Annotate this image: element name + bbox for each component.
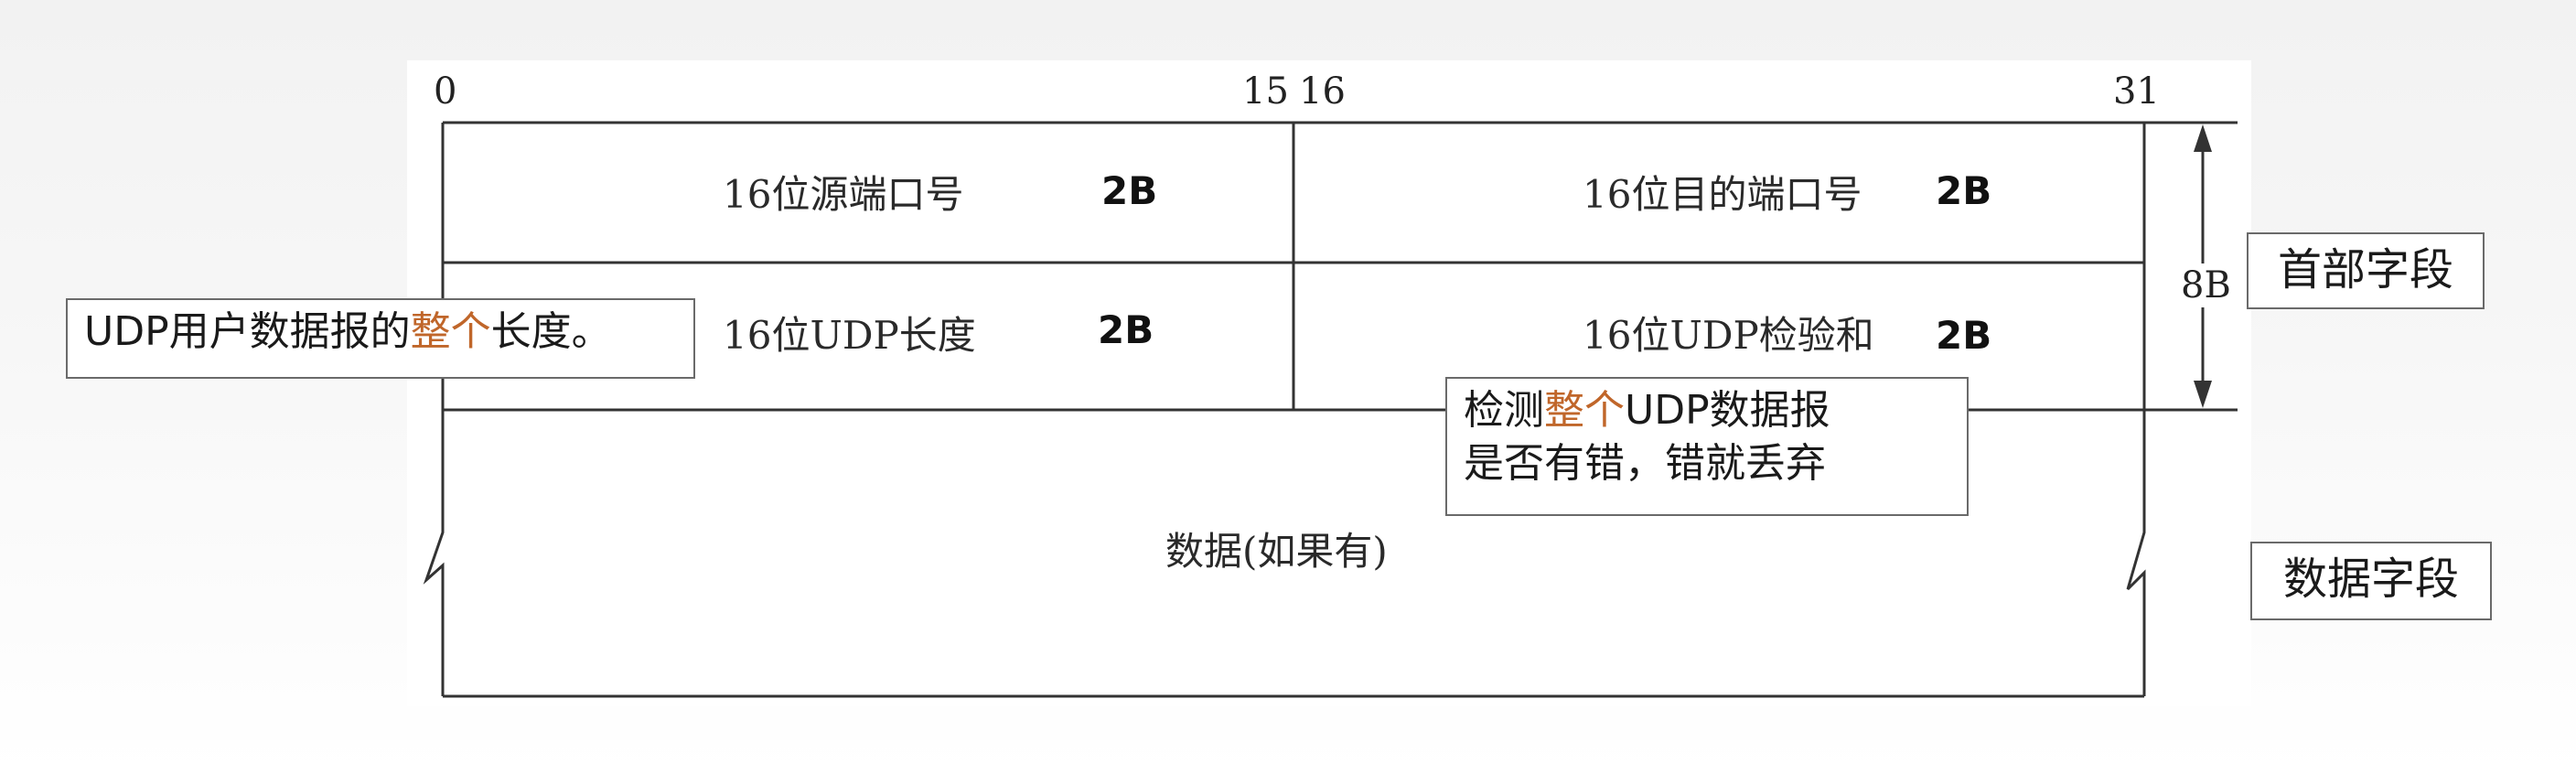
length-label: 16位UDP长度 [723, 313, 976, 358]
checksum-note-line1: 检测整个UDP数据报 [1464, 384, 1950, 437]
bit-label-0: 0 [434, 70, 457, 113]
arrow-head-down [2194, 381, 2212, 408]
checksum-note: 检测整个UDP数据报 是否有错，错就丢弃 [1445, 377, 1969, 516]
header-size-label: 8B [2181, 263, 2231, 307]
header-section-tag-text: 首部字段 [2277, 244, 2453, 296]
length-size: 2B [1098, 307, 1154, 352]
src-port-size: 2B [1101, 168, 1158, 213]
bit-label-31: 31 [2113, 70, 2160, 113]
checksum-note-post: UDP数据报 [1625, 387, 1830, 434]
arrow-head-up [2194, 124, 2212, 152]
data-section-tag-text: 数据字段 [2282, 554, 2459, 605]
data-section-tag: 数据字段 [2250, 542, 2492, 620]
checksum-label: 16位UDP检验和 [1583, 313, 1874, 358]
bit-label-15: 15 [1242, 70, 1289, 113]
checksum-note-line2: 是否有错，错就丢弃 [1464, 440, 1826, 487]
checksum-size: 2B [1936, 313, 1992, 358]
udp-header-diagram-lines [423, 121, 2238, 698]
length-note-highlight: 整个 [410, 308, 491, 355]
length-note-pre: UDP用户数据报的 [84, 308, 411, 355]
dst-port-size: 2B [1936, 168, 1992, 213]
bit-label-16: 16 [1299, 70, 1346, 113]
length-note: UDP用户数据报的整个长度。 [66, 298, 695, 379]
checksum-note-highlight: 整个 [1544, 387, 1625, 434]
left-edge [423, 123, 445, 696]
length-note-post: 长度。 [490, 308, 612, 355]
header-section-tag: 首部字段 [2247, 232, 2485, 309]
dst-port-label: 16位目的端口号 [1583, 172, 1862, 217]
data-field-label: 数据(如果有) [1165, 529, 1388, 574]
src-port-label: 16位源端口号 [723, 172, 964, 217]
checksum-note-pre: 检测 [1464, 387, 1544, 434]
